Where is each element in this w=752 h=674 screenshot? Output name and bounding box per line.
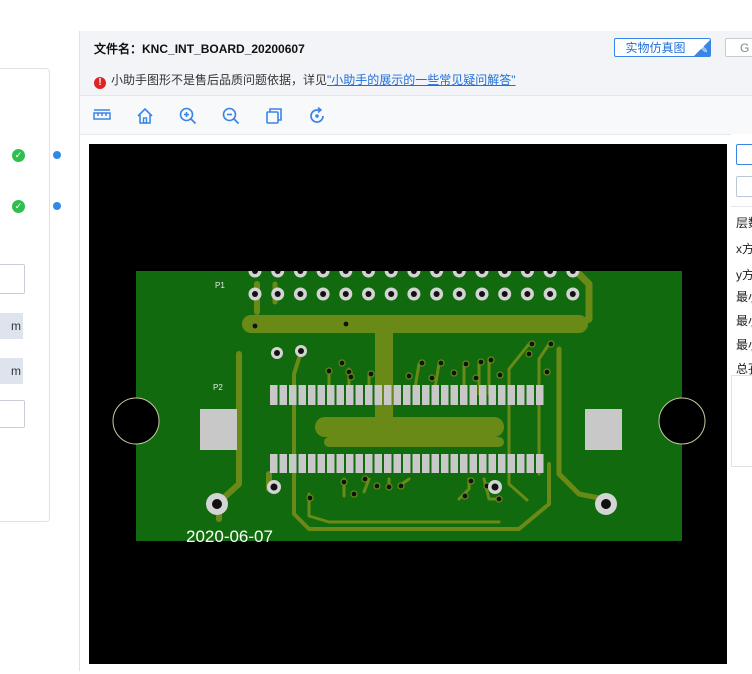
file-name-value: KNC_INT_BOARD_20200607 <box>142 42 305 56</box>
simulation-label: 实物仿真图 <box>625 41 686 55</box>
left-input-1[interactable] <box>0 264 25 294</box>
simulation-view-button[interactable]: 实物仿真图 ✎ <box>614 38 711 57</box>
unit-tag: m <box>0 358 23 384</box>
info-label-min-1: 最小 <box>736 290 752 304</box>
info-label-layers: 层数 <box>736 216 752 230</box>
radio-dot[interactable] <box>53 202 61 210</box>
pcb-canvas[interactable]: P1 P2 2020-06-07 <box>89 144 727 664</box>
pcb-board-render: P1 P2 2020-06-07 <box>89 144 727 664</box>
info-box <box>731 375 752 467</box>
side-button-2[interactable] <box>736 176 752 197</box>
silk-label-p2: P2 <box>213 383 223 392</box>
gerber-viewer: 文件名：KNC_INT_BOARD_20200607 实物仿真图 ✎ G ! 小助… <box>79 31 752 674</box>
check-icon: ✓ <box>12 149 25 162</box>
info-label-min-2: 最小 <box>736 314 752 328</box>
faq-link[interactable]: "小助手的展示的一些常见疑问解答" <box>327 73 516 87</box>
left-input-2[interactable] <box>0 400 25 428</box>
file-name: 文件名：KNC_INT_BOARD_20200607 <box>94 40 305 57</box>
right-info-panel: 层数 x方 y方 最小 最小 最小 总孔 <box>731 134 752 674</box>
smd-pad-row-top <box>270 385 544 405</box>
zoom-in-icon[interactable] <box>178 106 198 126</box>
home-icon[interactable] <box>135 106 155 126</box>
zoom-out-icon[interactable] <box>221 106 241 126</box>
info-label-min-3: 最小 <box>736 338 752 352</box>
info-label-y: y方 <box>736 268 752 282</box>
silk-label-p1: P1 <box>215 281 225 290</box>
rotate-icon[interactable] <box>307 106 327 126</box>
board-date: 2020-06-07 <box>186 527 273 546</box>
side-button-1[interactable] <box>736 144 752 165</box>
smd-pad-row-bottom <box>270 454 544 473</box>
notice-text: 小助手图形不是售后品质问题依据，详见 <box>111 73 328 87</box>
viewer-header: 文件名：KNC_INT_BOARD_20200607 实物仿真图 ✎ G ! 小助… <box>80 31 752 96</box>
divider <box>731 206 752 207</box>
ruler-icon[interactable] <box>92 106 112 126</box>
notice: ! 小助手图形不是售后品质问题依据，详见"小助手的展示的一些常见疑问解答" <box>94 71 516 89</box>
viewer-toolbar <box>80 96 752 135</box>
pencil-icon: ✎ <box>700 45 708 55</box>
layers-icon[interactable] <box>264 106 284 126</box>
warning-icon: ! <box>94 77 106 89</box>
radio-dot[interactable] <box>53 151 61 159</box>
file-label: 文件名： <box>94 42 143 56</box>
unit-tag: m <box>0 313 23 339</box>
left-settings-panel: ✓ ✓ m m <box>0 68 61 522</box>
check-icon: ✓ <box>12 200 25 213</box>
info-label-x: x方 <box>736 242 752 256</box>
gerber-view-button[interactable]: G <box>725 38 752 57</box>
